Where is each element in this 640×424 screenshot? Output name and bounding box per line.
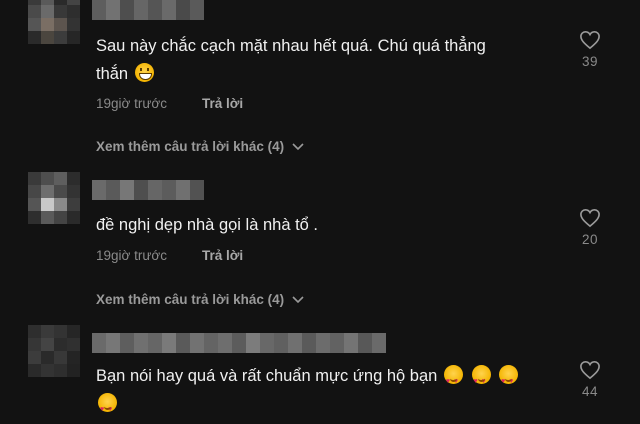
- heart-outline-icon: [580, 30, 600, 50]
- username[interactable]: [92, 333, 386, 353]
- smiling-face-with-hearts-icon: [443, 365, 463, 396]
- view-more-replies-label: Xem thêm câu trả lời khác (4): [96, 292, 285, 307]
- comment-text: Sau này chắc cạch mặt nhau hết quá. Chú …: [96, 32, 556, 88]
- username[interactable]: [92, 180, 204, 200]
- smiling-face-with-hearts-icon: [499, 365, 519, 396]
- comment-time: 19giờ trước: [96, 248, 168, 263]
- reply-button[interactable]: Trả lời: [202, 248, 243, 263]
- like-button[interactable]: 44: [572, 360, 608, 399]
- grinning-face-icon: [134, 63, 154, 82]
- like-count: 44: [581, 384, 599, 399]
- like-button[interactable]: 20: [572, 208, 608, 247]
- like-count: 39: [581, 54, 599, 69]
- smiling-face-with-hearts-icon: [471, 365, 491, 396]
- chevron-down-icon: [292, 142, 304, 150]
- comment-text-line: Bạn nói hay quá và rất chuẩn mực ứng hộ …: [96, 367, 438, 385]
- comment-text: đề nghị dẹp nhà gọi là nhà tổ .: [96, 216, 319, 234]
- like-count: 20: [581, 232, 599, 247]
- reply-button[interactable]: Trả lời: [202, 96, 243, 111]
- username[interactable]: [92, 0, 204, 20]
- view-more-replies-button[interactable]: Xem thêm câu trả lời khác (4): [96, 292, 304, 307]
- view-more-replies-button[interactable]: Xem thêm câu trả lời khác (4): [96, 139, 304, 154]
- smiling-face-with-hearts-icon: [98, 393, 117, 424]
- comment-text-line: thắn: [96, 65, 129, 83]
- chevron-down-icon: [292, 295, 304, 303]
- avatar[interactable]: [28, 0, 80, 44]
- heart-outline-icon: [580, 208, 600, 228]
- avatar[interactable]: [28, 172, 80, 224]
- avatar[interactable]: [28, 325, 80, 377]
- comment-text: Bạn nói hay quá và rất chuẩn mực ứng hộ …: [96, 362, 566, 424]
- comment-time: 19giờ trước: [96, 96, 168, 111]
- view-more-replies-label: Xem thêm câu trả lời khác (4): [96, 139, 285, 154]
- like-button[interactable]: 39: [572, 30, 608, 69]
- heart-outline-icon: [580, 360, 600, 380]
- comment-text-line: Sau này chắc cạch mặt nhau hết quá. Chú …: [96, 37, 486, 55]
